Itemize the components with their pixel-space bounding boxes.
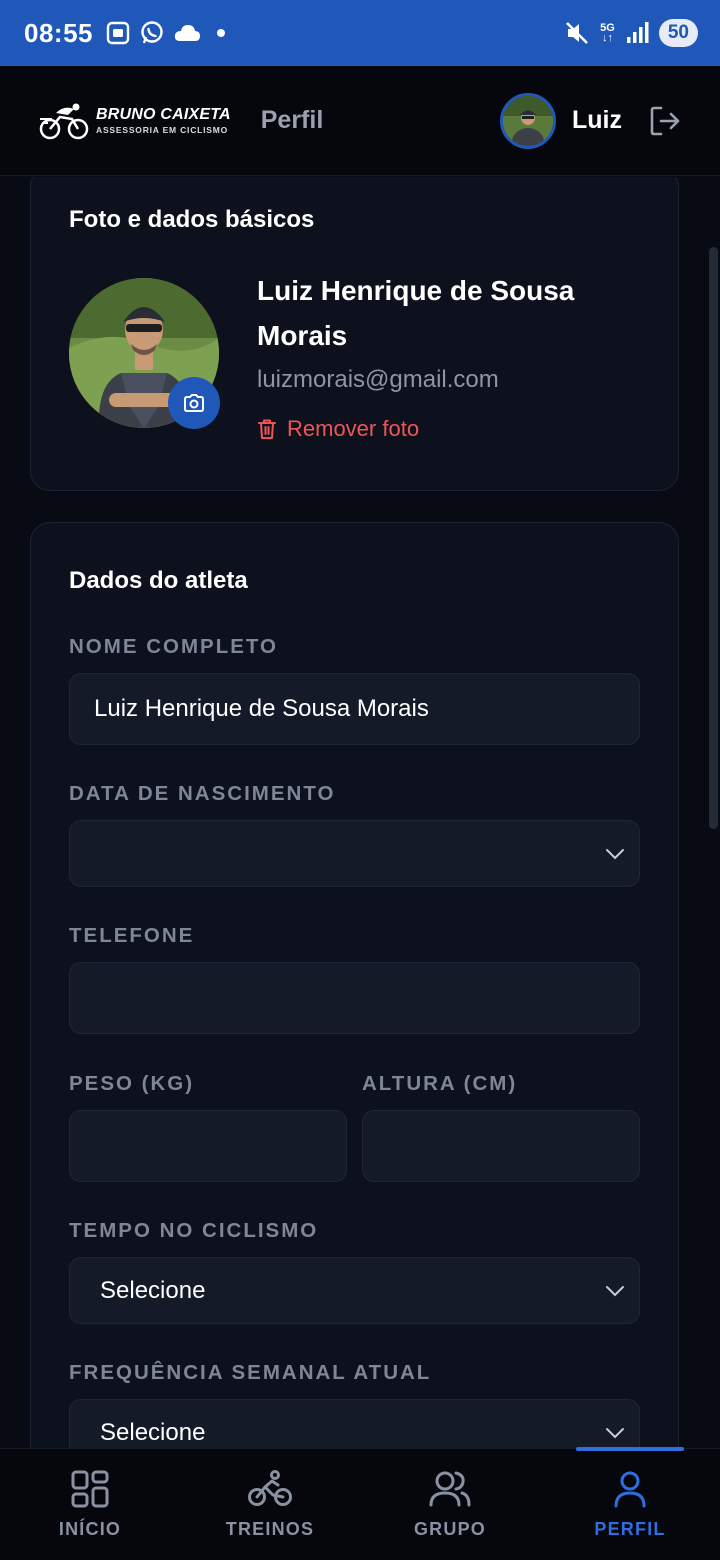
cloud-icon [174,25,200,41]
status-bar: 08:55 5G ↓↑ 50 [0,0,720,66]
logout-icon[interactable] [648,104,682,138]
users-icon [429,1471,471,1507]
notification-dot-icon [217,29,225,37]
birth-date-label: DATA DE NASCIMENTO [69,782,336,805]
height-input[interactable] [362,1110,640,1182]
trash-icon [258,419,276,439]
athlete-data-card: Dados do atleta NOME COMPLETO Luiz Henri… [30,522,679,1448]
weekly-frequency-select[interactable]: Selecione [69,1399,640,1448]
profile-content[interactable]: Foto e dados básicos Luiz Henrique de So… [0,177,720,1448]
nav-item-perfil[interactable]: PERFIL [540,1447,720,1560]
birth-date-select[interactable] [69,820,640,887]
avatar-photo-icon [503,95,553,146]
avatar[interactable] [500,92,556,149]
basic-card-title: Foto e dados básicos [69,206,315,233]
height-label: ALTURA (CM) [362,1072,518,1095]
active-tab-indicator [576,1447,684,1451]
app-header: BRUNO CAIXETA ASSESSORIA EM CICLISMO Per… [0,66,720,176]
weight-input[interactable] [69,1110,347,1182]
nav-item-grupo[interactable]: GRUPO [360,1449,540,1560]
phone-label: TELEFONE [69,924,195,947]
nav-item-treinos[interactable]: TREINOS [180,1449,360,1560]
camera-icon [184,394,204,412]
status-left-icons [105,20,229,46]
status-time: 08:55 [24,17,93,48]
status-right-icons: 5G ↓↑ 50 [564,19,698,47]
profile-email: luizmorais@gmail.com [257,366,499,393]
basic-info-card: Foto e dados básicos Luiz Henrique de So… [30,177,679,491]
nav-item-inicio[interactable]: INÍCIO [0,1449,180,1560]
scrollbar[interactable] [709,247,718,829]
weight-label: PESO (KG) [69,1072,195,1095]
cyclist-logo-icon [39,103,89,139]
cycling-time-label: TEMPO NO CICLISMO [69,1219,319,1242]
athlete-card-title: Dados do atleta [69,567,248,594]
chevron-down-icon [606,1427,624,1438]
mute-icon [566,22,589,44]
full-name-input[interactable]: Luiz Henrique de Sousa Morais [69,673,640,745]
user-icon [614,1471,646,1508]
network-type-icon: 5G ↓↑ [600,23,615,44]
screenshot-icon [106,21,130,45]
weekly-frequency-value: Selecione [100,1418,206,1446]
profile-full-name: Luiz Henrique de Sousa Morais [257,275,575,351]
bottom-navigation: INÍCIO TREINOS GRUPO PERFIL [0,1447,720,1560]
battery-indicator: 50 [658,19,698,47]
whatsapp-icon [141,21,163,44]
cycling-time-select[interactable]: Selecione [69,1257,640,1324]
change-photo-button[interactable] [168,377,220,429]
cycling-time-value: Selecione [100,1276,206,1304]
bike-icon [248,1470,292,1506]
data-arrows-icon: ↓↑ [602,32,614,44]
full-name-label: NOME COMPLETO [69,635,278,658]
chevron-down-icon [606,1285,624,1296]
brand-name: BRUNO CAIXETA [96,105,231,123]
brand-logo[interactable]: BRUNO CAIXETA ASSESSORIA EM CICLISMO [38,101,231,141]
brand-subtitle: ASSESSORIA EM CICLISMO [96,124,229,135]
weekly-frequency-label: FREQUÊNCIA SEMANAL ATUAL [69,1361,432,1384]
nav-label-inicio: INÍCIO [58,1519,122,1539]
remove-photo-label: Remover foto [287,416,420,441]
grid-icon [71,1470,109,1508]
nav-label-treinos: TREINOS [225,1519,315,1539]
header-user-name: Luiz [572,106,622,134]
remove-photo-button[interactable]: Remover foto [257,416,419,442]
nav-label-grupo: GRUPO [413,1519,486,1539]
phone-input[interactable] [69,962,640,1034]
nav-label-perfil: PERFIL [594,1519,666,1539]
chevron-down-icon [606,848,624,859]
signal-icon [626,22,649,43]
page-title: Perfil [260,106,324,134]
